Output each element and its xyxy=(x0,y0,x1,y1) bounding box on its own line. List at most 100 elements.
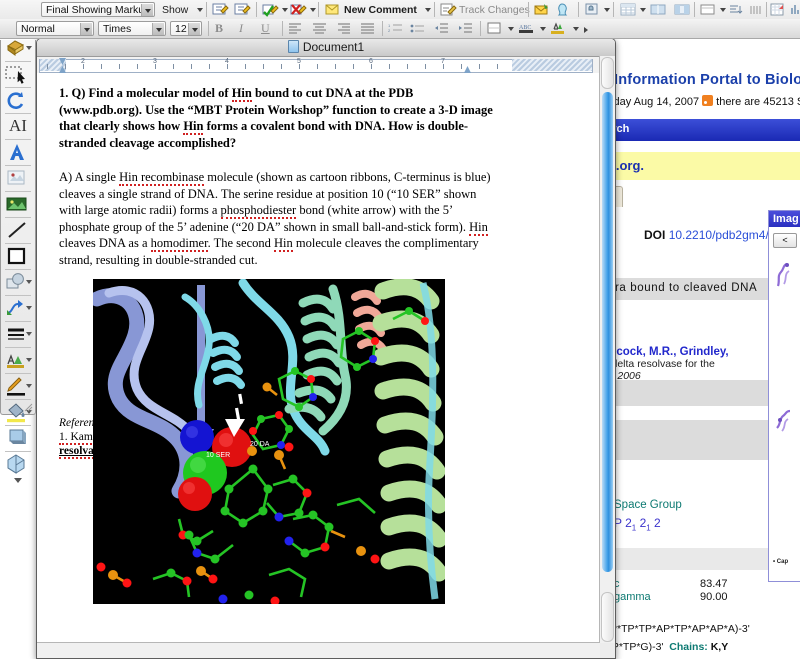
horizontal-ruler[interactable]: 2 3 4 5 6 7 xyxy=(37,57,615,74)
rotate-tool[interactable] xyxy=(4,88,32,114)
structure-thumbnail-2[interactable] xyxy=(774,408,796,434)
protect-document-icon[interactable] xyxy=(584,2,601,17)
picture-tool[interactable] xyxy=(4,192,32,218)
insert-comment-icon[interactable] xyxy=(212,2,229,17)
select-tool[interactable] xyxy=(4,62,32,88)
shadow-tool[interactable] xyxy=(4,426,32,452)
formatting-toolbar: Normal Times 12 B I U 1 2 ABC xyxy=(0,19,800,38)
borders-icon[interactable] xyxy=(487,22,502,36)
clip-art-tool[interactable] xyxy=(4,166,32,192)
text-box-icon[interactable] xyxy=(700,2,717,17)
document-vertical-scrollbar[interactable] xyxy=(599,56,615,643)
word-document-window: Document1 2 3 4 5 6 7 1. Q) Find a molec… xyxy=(36,38,616,659)
text-tool[interactable]: AI xyxy=(4,114,32,140)
track-changes-label: Track Changes xyxy=(459,4,530,16)
highlight-color-icon[interactable]: ABC xyxy=(518,22,533,36)
decrease-indent-icon[interactable] xyxy=(434,22,449,36)
document-title-bar[interactable]: Document1 xyxy=(37,39,615,57)
table-icon[interactable] xyxy=(620,2,637,17)
insert-table-icon[interactable] xyxy=(674,2,691,17)
arrow-chevron-icon[interactable] xyxy=(26,306,32,310)
reviewing-toolbar: Final Showing Markup Show New Comment Tr… xyxy=(0,0,800,19)
pdb-chains-value: K,Y xyxy=(710,641,729,653)
font-color-chevron-icon[interactable] xyxy=(26,358,32,362)
ruler-track xyxy=(39,59,593,73)
line-style-chevron-icon[interactable] xyxy=(26,332,32,336)
accept-chevron-down-icon[interactable] xyxy=(282,8,288,12)
new-comment-chevron-icon[interactable] xyxy=(425,8,431,12)
font-name-combo[interactable]: Times xyxy=(98,21,166,36)
palette-resize-grip[interactable] xyxy=(24,403,33,412)
new-comment-icon[interactable] xyxy=(324,2,341,17)
spreadsheet-icon[interactable] xyxy=(770,2,787,17)
line-color-chevron-icon[interactable] xyxy=(26,384,32,388)
align-justify-icon[interactable] xyxy=(360,22,375,36)
vertical-scroll-thumb[interactable] xyxy=(602,92,613,572)
track-changes-icon[interactable] xyxy=(440,2,457,17)
accept-change-icon[interactable] xyxy=(262,2,279,17)
scroll-track-top xyxy=(601,57,614,89)
borders-chevron-icon[interactable] xyxy=(508,27,514,31)
pdb-cell-value-gamma: 90.00 xyxy=(700,591,728,603)
font-color-icon[interactable] xyxy=(550,22,565,36)
reject-chevron-down-icon[interactable] xyxy=(310,8,316,12)
shapes-chevron-icon[interactable] xyxy=(26,280,32,284)
rectangle-tool[interactable] xyxy=(4,244,32,270)
gallery-chevron-icon[interactable] xyxy=(26,46,32,50)
font-size-combo[interactable]: 12 xyxy=(170,21,202,36)
protect-chevron-down-icon[interactable] xyxy=(604,8,610,12)
align-center-icon[interactable] xyxy=(312,22,327,36)
underline-button[interactable]: U xyxy=(261,21,270,36)
text-box-chevron-icon[interactable] xyxy=(720,8,726,12)
document-title: Document1 xyxy=(302,40,365,54)
size-chevron-down-icon[interactable] xyxy=(188,23,200,35)
molecular-figure[interactable]: 10 SER 20 DA xyxy=(93,279,445,604)
bold-button[interactable]: B xyxy=(215,21,223,36)
highlight-chevron-icon[interactable] xyxy=(540,27,546,31)
highlight-icon[interactable] xyxy=(556,2,573,17)
show-menu-label[interactable]: Show xyxy=(162,4,188,16)
line-tool[interactable] xyxy=(4,218,32,244)
rss-feed-icon[interactable] xyxy=(702,95,714,106)
document-horizontal-scrollbar[interactable] xyxy=(37,642,600,658)
show-chevron-down-icon[interactable] xyxy=(197,8,203,12)
italic-button[interactable]: I xyxy=(239,21,243,36)
bulleted-list-icon[interactable] xyxy=(410,22,425,36)
font-chevron-down-icon[interactable] xyxy=(152,23,164,35)
mail-recipient-icon[interactable] xyxy=(534,2,551,17)
palette-expand-icon[interactable] xyxy=(14,478,22,483)
align-left-icon[interactable] xyxy=(288,22,303,36)
word-toolbars: Final Showing Markup Show New Comment Tr… xyxy=(0,0,800,39)
pdb-doi-label: DOI xyxy=(644,228,666,242)
ruler-num-4: 5 xyxy=(297,58,301,65)
paragraph-marks-icon[interactable] xyxy=(728,2,745,17)
table-chevron-down-icon[interactable] xyxy=(640,8,646,12)
svg-text:2: 2 xyxy=(388,28,391,33)
delete-comment-icon[interactable] xyxy=(234,2,251,17)
structure-thumbnail-1[interactable] xyxy=(774,262,796,288)
document-canvas[interactable]: 1. Q) Find a molecular model of Hin boun… xyxy=(37,73,615,658)
columns-icon[interactable] xyxy=(650,2,667,17)
ruler-num-2: 3 xyxy=(153,58,157,65)
svg-text:10 SER: 10 SER xyxy=(206,452,230,459)
pdb-image-panel-header: Imag xyxy=(769,211,800,227)
font-color-chevron-icon[interactable] xyxy=(573,27,579,31)
chart-icon[interactable] xyxy=(790,2,800,17)
pdb-image-prev-button[interactable]: < xyxy=(773,233,797,248)
pdb-cell-label-gamma: gamma xyxy=(614,591,651,603)
pdb-yellow-note: db.org. xyxy=(588,152,800,180)
toolbar-overflow-icon[interactable] xyxy=(584,27,588,33)
style-chevron-down-icon[interactable] xyxy=(80,23,92,35)
new-comment-label[interactable]: New Comment xyxy=(344,4,417,16)
chevron-down-icon[interactable] xyxy=(141,4,153,16)
increase-indent-icon[interactable] xyxy=(458,22,473,36)
question-paragraph: 1. Q) Find a molecular model of Hin boun… xyxy=(59,86,493,150)
document-map-icon[interactable] xyxy=(748,2,765,17)
reject-change-icon[interactable] xyxy=(290,2,307,17)
markup-display-combo[interactable]: Final Showing Markup xyxy=(41,2,155,17)
3d-effects-tool[interactable] xyxy=(4,452,32,478)
align-right-icon[interactable] xyxy=(336,22,351,36)
wordart-tool[interactable] xyxy=(4,140,32,166)
numbered-list-icon[interactable]: 12 xyxy=(388,22,403,36)
pdb-image-panel: Imag < • Cap xyxy=(768,210,800,582)
